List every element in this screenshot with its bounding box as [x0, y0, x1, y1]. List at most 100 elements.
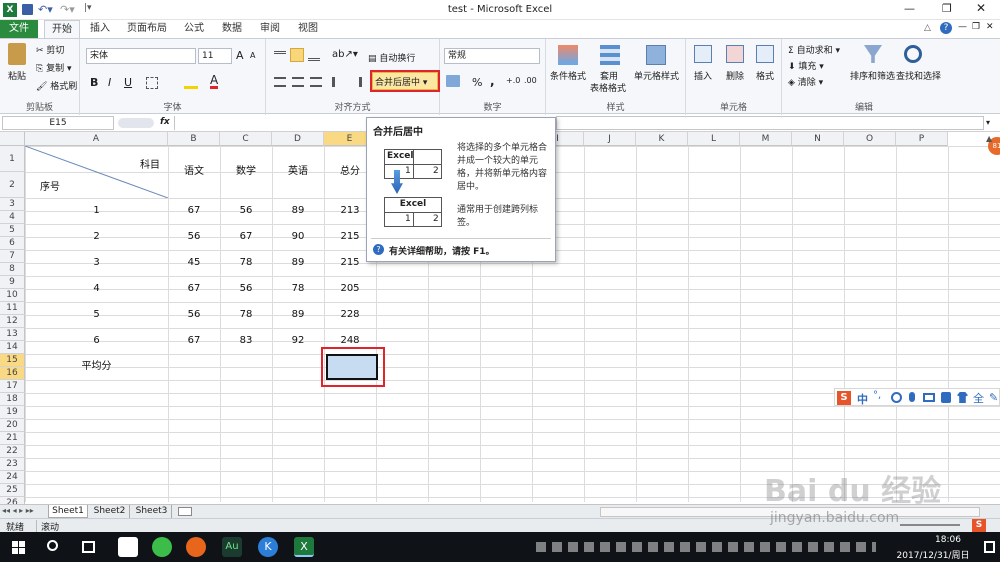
minimize-button[interactable]: — — [904, 2, 915, 15]
italic-button[interactable]: I — [108, 76, 111, 89]
align-center-icon[interactable] — [292, 77, 304, 87]
row-header-8[interactable]: 8 — [0, 263, 25, 276]
font-name-select[interactable]: 宋体 — [86, 48, 196, 64]
fx-button[interactable]: fx — [160, 117, 170, 127]
find-select-icon[interactable] — [904, 45, 922, 63]
align-middle-icon[interactable] — [290, 48, 304, 62]
clear-button[interactable]: ◈ 清除 ▾ — [788, 75, 823, 88]
tab-insert[interactable]: 插入 — [82, 20, 118, 38]
zoom-slider[interactable] — [900, 524, 960, 526]
format-table-icon[interactable] — [600, 45, 620, 65]
number-format-select[interactable]: 常规 — [444, 48, 540, 64]
formula-input[interactable] — [174, 116, 364, 130]
ribbon-minimize-icon[interactable]: △ — [924, 23, 931, 33]
sheet-nav-icons[interactable]: ◂◂ ◂ ▸ ▸▸ — [2, 506, 34, 515]
tab-formulas[interactable]: 公式 — [176, 20, 212, 38]
notification-icon[interactable] — [984, 541, 995, 553]
align-left-icon[interactable] — [274, 77, 286, 87]
ime-punct[interactable]: °, — [873, 390, 881, 401]
windows-start-icon[interactable] — [12, 541, 25, 554]
select-all-corner[interactable] — [0, 132, 25, 146]
column-header-k[interactable]: K — [636, 132, 688, 146]
format-cells-icon[interactable] — [756, 45, 774, 63]
underline-button[interactable]: U — [124, 76, 132, 89]
row-header-12[interactable]: 12 — [0, 315, 25, 328]
doc-minimize-icon[interactable]: — — [958, 22, 967, 32]
formula-input-right[interactable] — [556, 116, 984, 130]
sheet-tab-2[interactable]: Sheet2 — [90, 505, 130, 518]
audition-icon[interactable]: Au — [222, 537, 242, 557]
sogou-icon[interactable]: S — [837, 391, 851, 405]
row-header-1[interactable]: 1 — [0, 146, 25, 172]
row-header-14[interactable]: 14 — [0, 341, 25, 354]
conditional-format-icon[interactable] — [558, 45, 578, 65]
font-size-select[interactable]: 11 — [198, 48, 232, 64]
name-box[interactable]: E15 — [2, 116, 114, 130]
format-table-button-2[interactable]: 表格格式 — [590, 81, 626, 94]
row-header-17[interactable]: 17 — [0, 380, 25, 393]
row-header-22[interactable]: 22 — [0, 445, 25, 458]
file-explorer-icon[interactable] — [118, 537, 138, 557]
doc-restore-icon[interactable]: ❐ — [972, 22, 980, 32]
skin-icon[interactable] — [941, 392, 951, 403]
row-header-15[interactable]: 15 — [0, 354, 25, 367]
conditional-format-button[interactable]: 条件格式 — [550, 69, 586, 82]
decrease-decimal-icon[interactable]: .00 — [524, 76, 537, 85]
delete-cells-icon[interactable] — [726, 45, 744, 63]
tab-page-layout[interactable]: 页面布局 — [120, 20, 174, 38]
row-header-2[interactable]: 2 — [0, 172, 25, 198]
bold-button[interactable]: B — [90, 76, 98, 89]
new-sheet-icon[interactable] — [178, 507, 192, 516]
align-right-icon[interactable] — [310, 77, 322, 87]
row-header-24[interactable]: 24 — [0, 471, 25, 484]
column-header-o[interactable]: O — [844, 132, 896, 146]
increase-indent-icon[interactable] — [350, 77, 362, 87]
row-header-21[interactable]: 21 — [0, 432, 25, 445]
tab-view[interactable]: 视图 — [290, 20, 326, 38]
row-header-10[interactable]: 10 — [0, 289, 25, 302]
find-select-button[interactable]: 查找和选择 — [896, 69, 941, 82]
emoji-icon[interactable] — [891, 392, 902, 403]
doc-close-icon[interactable]: ✕ — [986, 22, 994, 32]
mic-icon[interactable] — [909, 392, 915, 402]
k-app-icon[interactable]: K — [258, 537, 278, 557]
column-header-b[interactable]: B — [168, 132, 220, 146]
copy-button[interactable]: ⎘ 复制 ▾ — [36, 61, 71, 74]
shrink-font-button[interactable]: A — [250, 51, 255, 60]
help-icon[interactable]: ? — [940, 22, 952, 34]
scroll-up-icon[interactable]: ▲ — [986, 134, 992, 143]
browser-green-icon[interactable] — [152, 537, 172, 557]
sheet-tab-1[interactable]: Sheet1 — [48, 505, 88, 518]
ime-toolbar[interactable]: S 中 °, 全 ✎ — [834, 388, 1000, 406]
cell-styles-button[interactable]: 单元格样式 — [634, 69, 679, 82]
tab-data[interactable]: 数据 — [214, 20, 250, 38]
cut-button[interactable]: ✂ 剪切 — [36, 43, 64, 56]
row-header-3[interactable]: 3 — [0, 198, 25, 211]
row-header-20[interactable]: 20 — [0, 419, 25, 432]
fill-button[interactable]: ⬇ 填充 ▾ — [788, 59, 824, 72]
column-header-j[interactable]: J — [584, 132, 636, 146]
row-header-4[interactable]: 4 — [0, 211, 25, 224]
fullwidth-icon[interactable]: 全 — [973, 390, 984, 406]
row-header-23[interactable]: 23 — [0, 458, 25, 471]
insert-cells-icon[interactable] — [694, 45, 712, 63]
column-header-l[interactable]: L — [688, 132, 740, 146]
wrap-text-button[interactable]: ▤ 自动换行 — [368, 51, 415, 64]
insert-cells-button[interactable]: 插入 — [694, 69, 712, 82]
column-header-p[interactable]: P — [896, 132, 948, 146]
row-header-9[interactable]: 9 — [0, 276, 25, 289]
row-header-16[interactable]: 16 — [0, 367, 25, 380]
column-header-m[interactable]: M — [740, 132, 792, 146]
column-header-a[interactable]: A — [25, 132, 168, 146]
search-icon[interactable] — [47, 540, 58, 551]
row-header-18[interactable]: 18 — [0, 393, 25, 406]
decrease-indent-icon[interactable] — [332, 77, 344, 87]
comma-button[interactable]: , — [490, 74, 495, 88]
clock-date[interactable]: 2017/12/31/周日 — [888, 548, 978, 561]
delete-cells-button[interactable]: 删除 — [726, 69, 744, 82]
shirt-icon[interactable] — [957, 392, 968, 403]
font-color-icon[interactable]: A — [210, 74, 219, 89]
paste-button[interactable]: 粘贴 — [8, 69, 26, 82]
column-header-c[interactable]: C — [220, 132, 272, 146]
sogou-tray-icon[interactable]: S — [972, 519, 986, 532]
